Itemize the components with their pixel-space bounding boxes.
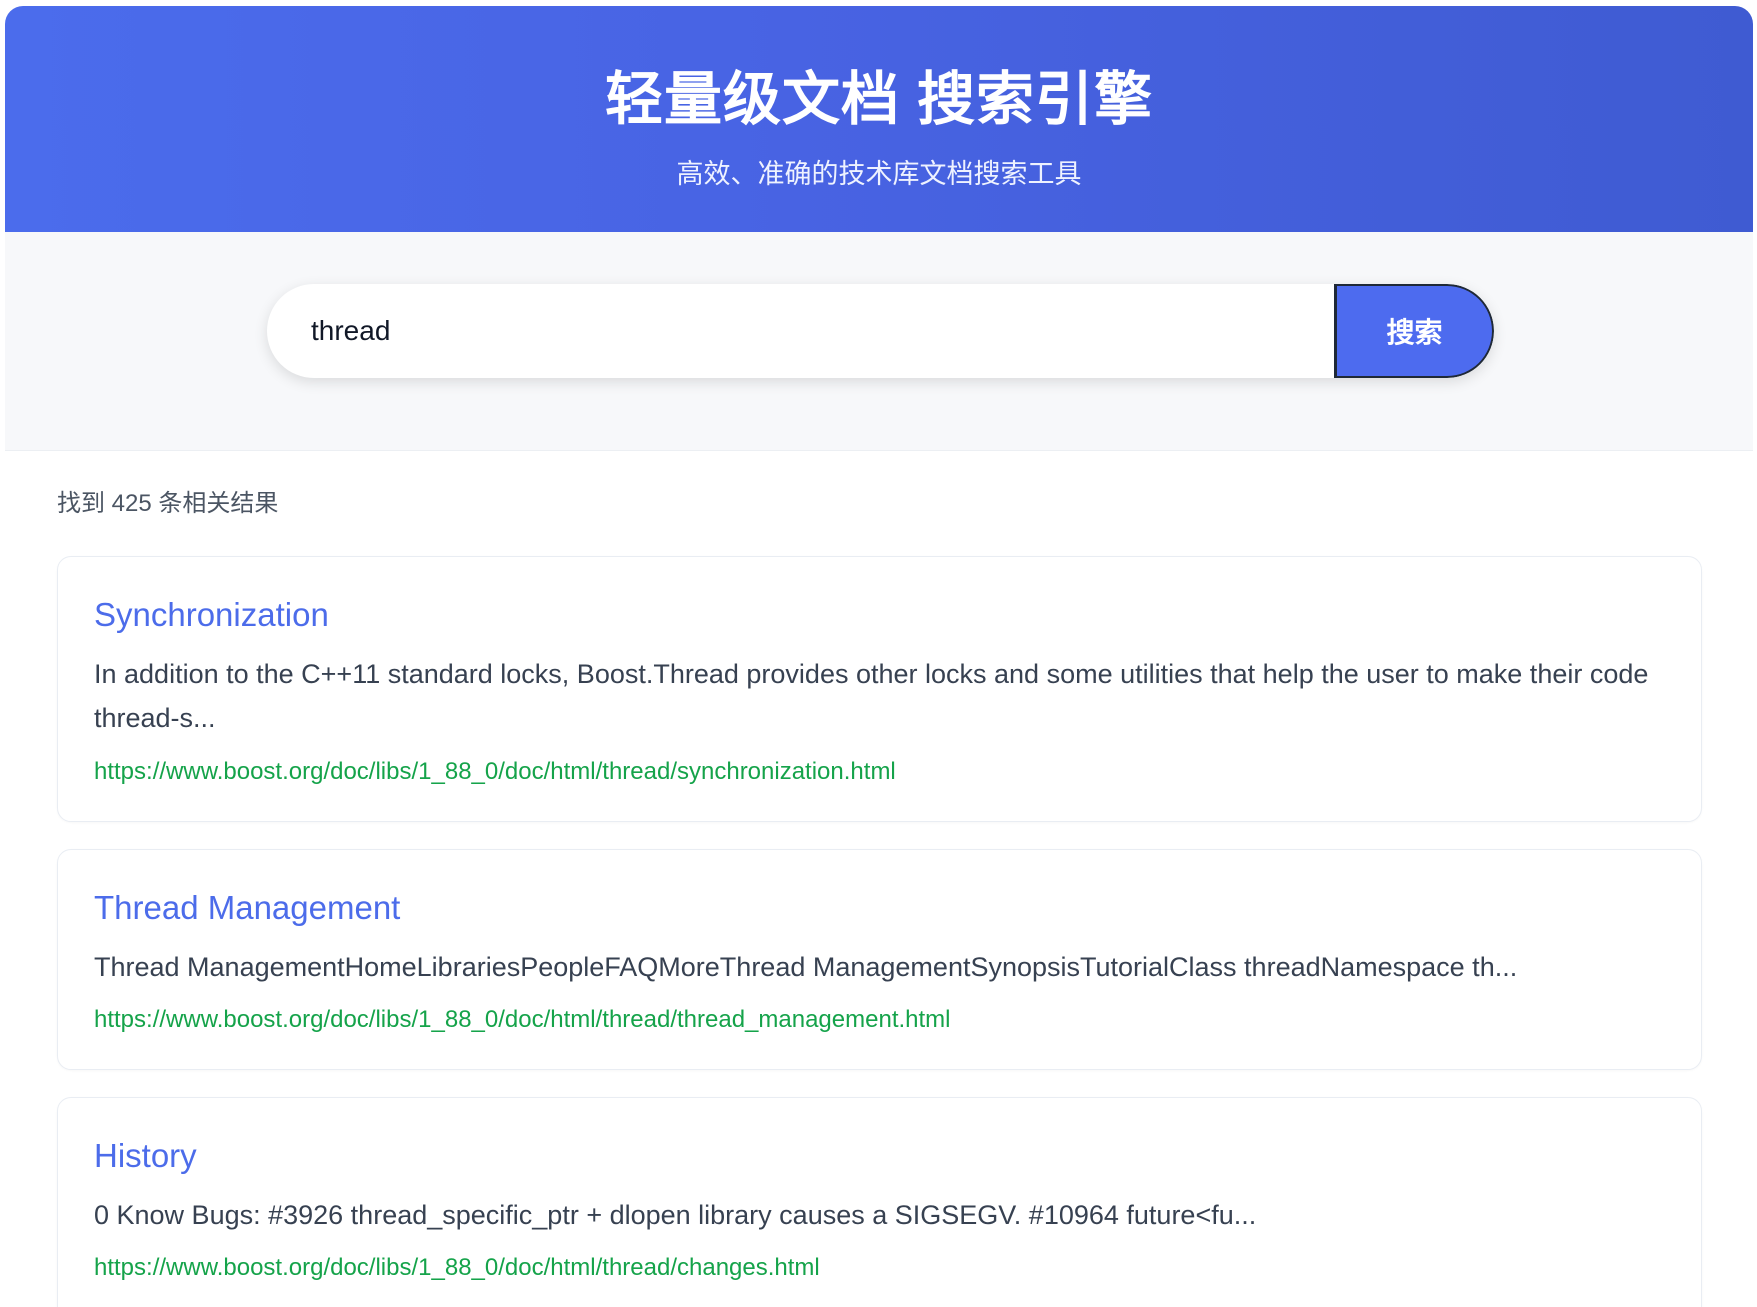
result-card-thread-management: Thread Management Thread ManagementHomeL… [57,849,1702,1070]
result-url-link[interactable]: https://www.boost.org/doc/libs/1_88_0/do… [94,755,896,789]
search-button[interactable]: 搜索 [1334,284,1494,378]
result-snippet: In addition to the C++11 standard locks,… [94,659,1649,733]
result-card-synchronization: Synchronization In addition to the C++11… [57,556,1702,822]
search-section: 搜索 [5,232,1753,451]
result-title-link[interactable]: Thread Management [94,887,400,929]
result-url-link[interactable]: https://www.boost.org/doc/libs/1_88_0/do… [94,1251,820,1285]
app-subtitle: 高效、准确的技术库文档搜索工具 [676,159,1082,189]
results-count: 找到 425 条相关结果 [57,490,279,517]
app-header: 轻量级文档 搜索引擎 高效、准确的技术库文档搜索工具 [5,6,1753,232]
search-input[interactable] [267,284,1333,378]
result-title-link[interactable]: Synchronization [94,594,329,636]
result-title-link[interactable]: History [94,1135,197,1177]
result-snippet: Thread ManagementHomeLibrariesPeopleFAQM… [94,952,1518,982]
result-url-link[interactable]: https://www.boost.org/doc/libs/1_88_0/do… [94,1003,951,1037]
app-title: 轻量级文档 搜索引擎 [604,67,1154,132]
result-card-history: History 0 Know Bugs: #3926 thread_specif… [57,1097,1702,1307]
search-bar: 搜索 [267,284,1494,378]
result-snippet: 0 Know Bugs: #3926 thread_specific_ptr +… [94,1200,1257,1230]
page: 轻量级文档 搜索引擎 高效、准确的技术库文档搜索工具 搜索 找到 425 条相关… [0,0,1757,1307]
